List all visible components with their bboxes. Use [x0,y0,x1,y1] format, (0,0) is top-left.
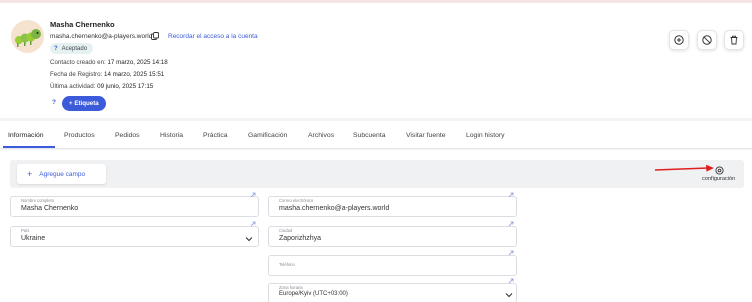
active-tab-indicator [3,146,55,148]
last-activity-label: Última actividad: [50,83,96,90]
email-label: Correo electrónico [279,198,314,203]
add-button[interactable] [669,30,689,50]
status-badge: ? Aceptado [50,43,94,54]
link-icon[interactable] [508,221,514,227]
recover-access-link[interactable]: Recordar el acceso a la cuenta [168,33,258,40]
link-icon[interactable] [508,278,514,284]
block-button[interactable] [697,30,717,50]
tab-productos[interactable]: Productos [64,132,95,139]
tab-gamificacion[interactable]: Gamificación [248,132,287,139]
add-tag-button[interactable]: + Etiqueta [62,96,106,111]
registered-label: Fecha de Registro: [50,71,103,78]
country-select[interactable]: País Ukraine [10,226,259,247]
profile-name: Masha Chernenko [50,20,115,29]
phone-field[interactable]: Teléfono [268,255,517,276]
tab-pedidos[interactable]: Pedidos [115,132,140,139]
link-icon[interactable] [508,192,514,198]
last-activity-row: Última actividad: 09 junio, 2025 17:15 [50,83,153,90]
tab-practica[interactable]: Práctica [203,132,228,139]
tab-historia[interactable]: Historia [160,132,183,139]
country-value: Ukraine [21,235,46,242]
add-circle-icon [674,35,684,45]
chevron-down-icon [505,293,513,298]
country-label: País [21,228,30,233]
config-label[interactable]: configuración [702,176,735,182]
registered-value: 14 marzo, 2025 15:51 [104,71,165,78]
tab-login-history[interactable]: Login history [466,132,505,139]
delete-button[interactable] [724,30,744,50]
caterpillar-icon [15,29,41,47]
status-help-mark: ? [54,45,58,52]
full-name-label: Nombre completo [21,198,55,203]
created-row: Contacto creado en: 17 marzo, 2025 14:18 [50,59,168,66]
timezone-select[interactable]: Zona horaria Europe/Kyiv (UTC+03:00) [268,283,517,302]
tab-subcuenta[interactable]: Subcuenta [353,132,386,139]
city-field[interactable]: Ciudad Zaporizhzhya [268,226,517,247]
full-name-field[interactable]: Nombre completo Masha Chernenko [10,196,259,217]
tab-archivos[interactable]: Archivos [308,132,334,139]
created-value: 17 marzo, 2025 14:18 [107,59,168,66]
tab-visitar-fuente[interactable]: Visitar fuente [406,132,446,139]
registered-row: Fecha de Registro: 14 marzo, 2025 15:51 [50,71,164,78]
block-icon [702,35,712,45]
created-label: Contacto creado en: [50,59,106,66]
city-value: Zaporizhzhya [279,235,322,242]
plus-icon: + [27,169,33,179]
link-icon[interactable] [250,221,256,227]
link-icon[interactable] [508,250,514,256]
tags-help-icon[interactable]: ? [52,99,56,106]
profile-email: masha.chernenko@a-players.world [50,33,153,40]
info-panel: + Agregue campo Nombre completo Masha Ch… [0,150,752,302]
avatar [11,20,44,53]
add-field-button[interactable]: + Agregue campo [17,164,106,184]
city-label: Ciudad [279,228,293,233]
add-field-label: Agregue campo [39,170,86,178]
profile-card: Masha Chernenko masha.chernenko@a-player… [0,3,752,118]
tab-bar: Información Productos Pedidos Historia P… [0,121,752,149]
email-value: masha.chernenko@a-players.world [279,205,390,212]
status-label: Aceptado [61,45,88,52]
timezone-value: Europe/Kyiv (UTC+03:00) [279,291,348,297]
gear-icon[interactable] [715,166,724,175]
annotation-arrow [654,164,714,172]
full-name-value: Masha Chernenko [21,205,79,212]
timezone-label: Zona horaria [279,285,303,290]
chevron-down-icon [245,237,253,242]
last-activity-value: 09 junio, 2025 17:15 [97,83,154,90]
tab-informacion[interactable]: Información [8,132,44,139]
copy-icon[interactable] [151,32,159,40]
link-icon[interactable] [250,192,256,198]
fields-toolbar: + Agregue campo [10,160,744,188]
email-field[interactable]: Correo electrónico masha.chernenko@a-pla… [268,196,517,217]
trash-icon [730,35,738,45]
phone-label: Teléfono [279,262,295,267]
